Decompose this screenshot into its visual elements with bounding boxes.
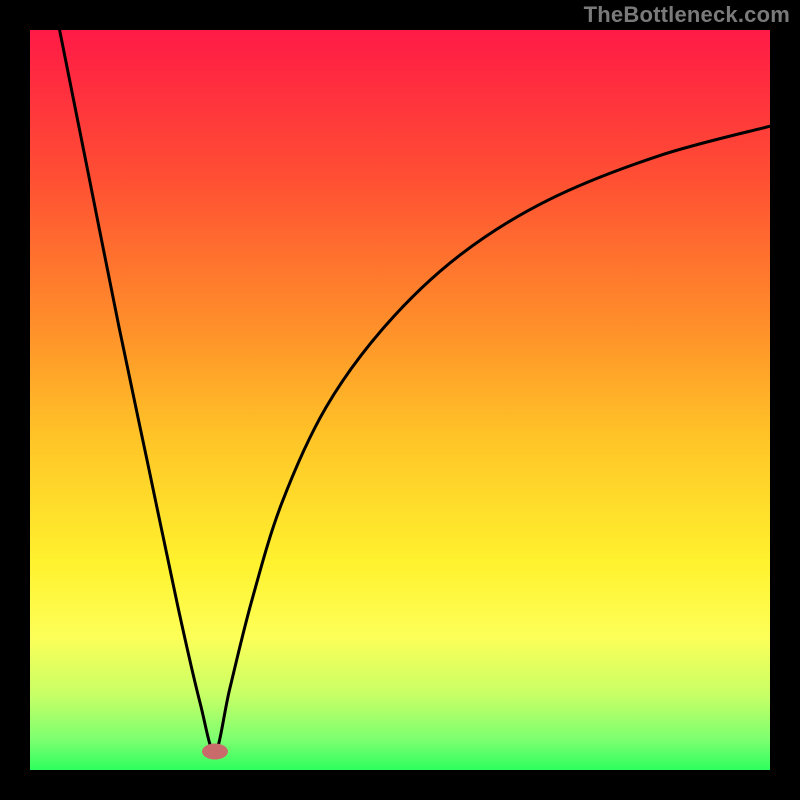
bottleneck-curve-chart xyxy=(0,0,800,800)
optimal-point-marker xyxy=(202,744,228,760)
watermark-text: TheBottleneck.com xyxy=(584,2,790,28)
plot-background xyxy=(30,30,770,770)
chart-frame: { "watermark": "TheBottleneck.com", "cha… xyxy=(0,0,800,800)
